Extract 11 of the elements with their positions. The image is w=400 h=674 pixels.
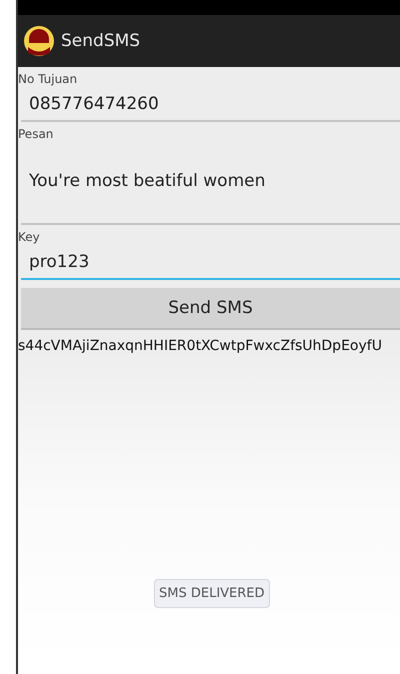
text-field[interactable]: pro123: [21, 244, 400, 280]
send-button[interactable]: Send SMS: [21, 288, 400, 330]
toast-message: SMS DELIVERED: [154, 579, 270, 608]
app-title: SendSMS: [61, 31, 140, 51]
app-logo-icon: [23, 25, 55, 57]
encrypted-text: s44cVMAjiZnaxqnHHIER0tXCwtpFwxcZfsUhDpEoyfU: [18, 337, 383, 356]
field-label: No Tujuan: [18, 72, 78, 86]
field-label: Key: [18, 230, 41, 244]
field-label: Pesan: [18, 127, 54, 141]
text-field[interactable]: 085776474260: [21, 86, 400, 122]
text-field[interactable]: You're most beatiful women: [21, 141, 400, 225]
